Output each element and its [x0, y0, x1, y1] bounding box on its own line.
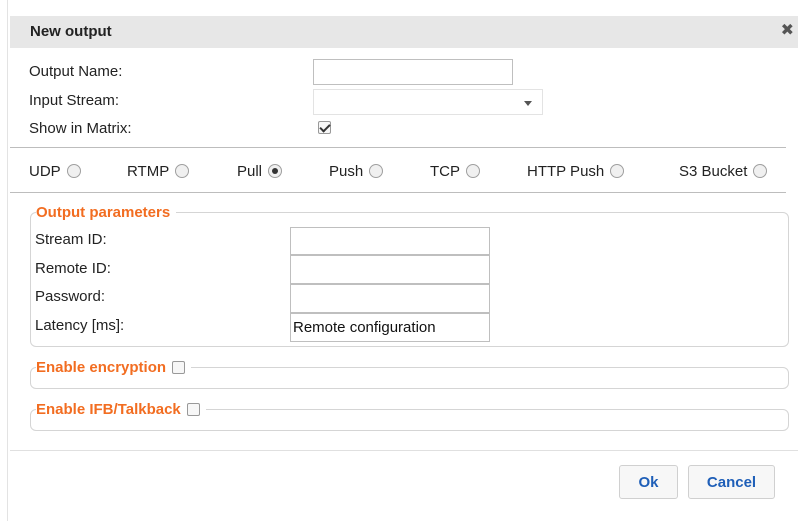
password-input[interactable] — [290, 284, 490, 313]
divider-bottom — [10, 192, 786, 193]
enable-ifb-label: Enable IFB/Talkback — [36, 401, 181, 418]
chevron-down-icon — [524, 101, 532, 106]
protocol-label: UDP — [29, 162, 61, 180]
output-parameters-title: Output parameters — [36, 204, 171, 221]
protocol-label: Pull — [237, 162, 263, 180]
input-stream-select[interactable] — [313, 89, 543, 115]
cancel-button[interactable]: Cancel — [688, 465, 775, 499]
protocol-option-push[interactable]: Push — [329, 162, 384, 180]
divider-top — [10, 147, 786, 148]
enable-ifb-checkbox[interactable] — [186, 403, 200, 416]
dialog-title: New output — [30, 23, 112, 40]
show-in-matrix-label: Show in Matrix: — [29, 120, 132, 137]
output-name-label: Output Name: — [29, 63, 123, 80]
output-name-input[interactable] — [313, 59, 513, 85]
input-stream-label: Input Stream: — [29, 92, 120, 109]
enable-ifb-legend: Enable IFB/Talkback — [36, 401, 206, 418]
protocol-option-pull[interactable]: Pull — [237, 162, 283, 180]
protocol-option-udp[interactable]: UDP — [29, 162, 81, 180]
enable-encryption-checkbox[interactable] — [172, 361, 186, 374]
protocol-radio[interactable] — [753, 164, 768, 178]
protocol-radio[interactable] — [268, 164, 283, 178]
protocol-option-rtmp[interactable]: RTMP — [127, 162, 190, 180]
protocol-label: RTMP — [127, 162, 170, 180]
footer-divider — [10, 450, 798, 451]
protocol-option-tcp[interactable]: TCP — [430, 162, 480, 180]
stream-id-input[interactable] — [290, 227, 490, 255]
output-parameters-legend: Output parameters — [36, 204, 177, 221]
password-label: Password: — [35, 288, 106, 305]
new-output-dialog: New output ✖ Output Name: Input Stream: … — [10, 16, 798, 521]
ok-button[interactable]: Ok — [619, 465, 678, 499]
protocol-radio[interactable] — [466, 164, 480, 178]
latency-label: Latency [ms]: — [35, 317, 125, 334]
protocol-option-http-push[interactable]: HTTP Push — [527, 162, 625, 180]
enable-encryption-legend: Enable encryption — [36, 359, 192, 376]
remote-id-input[interactable] — [290, 255, 490, 284]
protocol-label: S3 Bucket — [679, 162, 748, 180]
dialog-titlebar: New output ✖ — [10, 16, 798, 48]
protocol-radio[interactable] — [175, 164, 190, 178]
page-left-border — [7, 0, 8, 521]
protocol-radio[interactable] — [610, 164, 625, 178]
protocol-radio[interactable] — [66, 164, 81, 178]
protocol-label: Push — [329, 162, 364, 180]
protocol-radio[interactable] — [369, 164, 384, 178]
protocol-label: TCP — [430, 162, 460, 180]
remote-id-label: Remote ID: — [35, 260, 111, 277]
show-in-matrix-checkbox[interactable] — [318, 121, 331, 134]
stream-id-label: Stream ID: — [35, 231, 107, 248]
protocol-option-s3-bucket[interactable]: S3 Bucket — [679, 162, 768, 180]
enable-encryption-label: Enable encryption — [36, 359, 167, 376]
close-icon[interactable]: ✖ — [781, 22, 794, 40]
latency-input[interactable] — [290, 313, 490, 342]
protocol-label: HTTP Push — [527, 162, 605, 180]
